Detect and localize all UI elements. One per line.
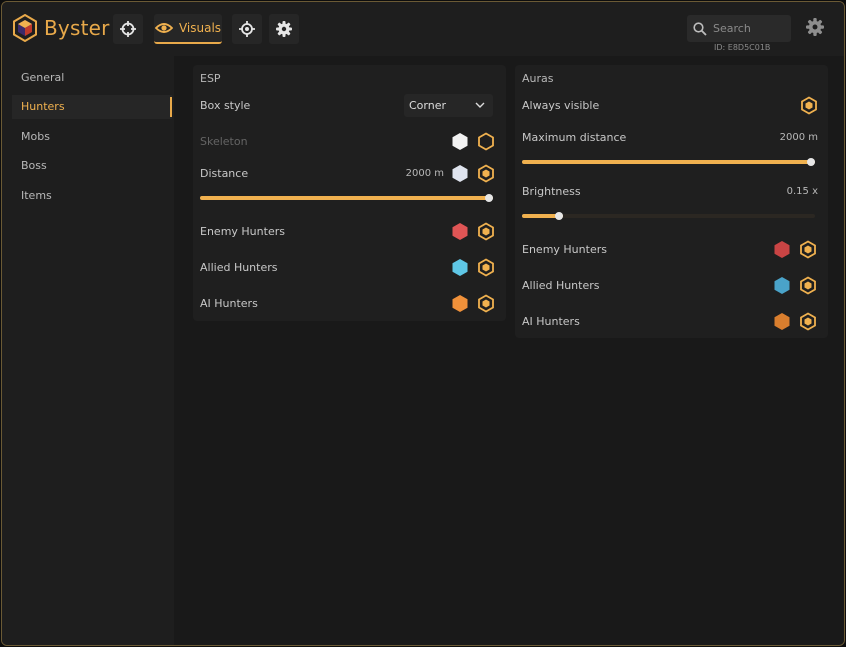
tab-settings[interactable] <box>269 14 299 44</box>
distance-slider[interactable] <box>200 194 493 202</box>
settings-gear-icon[interactable] <box>806 18 824 36</box>
box-style-value: Corner <box>409 99 447 112</box>
sidebar-item-general[interactable]: General <box>12 66 172 90</box>
header: Byster Visuals Search ID: E8D5C01B <box>2 2 844 56</box>
tab-target[interactable] <box>232 14 262 44</box>
aura-allied-color-swatch-icon[interactable] <box>773 276 791 295</box>
distance-color-swatch-icon[interactable] <box>451 164 469 183</box>
ai-hunters-label: AI Hunters <box>200 297 258 310</box>
max-distance-slider-fill <box>522 160 815 164</box>
ai-color-swatch-icon[interactable] <box>451 294 469 313</box>
allied-hunters-label: Allied Hunters <box>200 261 278 274</box>
enemy-toggle-icon[interactable] <box>477 222 495 241</box>
brightness-value: 0.15 x <box>786 186 818 197</box>
tab-visuals-label: Visuals <box>178 21 222 35</box>
brightness-label: Brightness <box>522 185 581 198</box>
aura-ai-hunters-label: AI Hunters <box>522 315 580 328</box>
always-visible-toggle-icon[interactable] <box>800 96 818 115</box>
tab-crosshair[interactable] <box>113 14 143 44</box>
sidebar-item-mobs[interactable]: Mobs <box>12 125 172 149</box>
tab-visuals[interactable]: Visuals <box>154 14 222 44</box>
sidebar-item-boss[interactable]: Boss <box>12 154 172 178</box>
brightness-slider[interactable] <box>522 212 815 220</box>
sidebar-item-hunters[interactable]: Hunters <box>12 95 172 119</box>
max-distance-value: 2000 m <box>779 132 818 143</box>
auras-title: Auras <box>522 72 554 85</box>
skeleton-toggle-icon[interactable] <box>477 132 495 151</box>
app-window: Byster Visuals Search ID: E8D5C01B Gener… <box>1 1 845 646</box>
box-style-label: Box style <box>200 99 251 112</box>
aura-enemy-hunters-label: Enemy Hunters <box>522 243 607 256</box>
allied-color-swatch-icon[interactable] <box>451 258 469 277</box>
skeleton-label: Skeleton <box>200 135 248 148</box>
target-icon <box>239 21 255 37</box>
logo: Byster <box>12 14 110 42</box>
user-id: ID: E8D5C01B <box>714 43 771 52</box>
distance-value: 2000 m <box>405 168 444 179</box>
esp-title: ESP <box>200 72 221 85</box>
enemy-hunters-label: Enemy Hunters <box>200 225 285 238</box>
sidebar-item-items[interactable]: Items <box>12 184 172 208</box>
distance-label: Distance <box>200 167 249 180</box>
crosshair-icon <box>120 21 136 37</box>
box-style-select[interactable]: Corner <box>404 94 493 117</box>
aura-enemy-color-swatch-icon[interactable] <box>773 240 791 259</box>
app-name: Byster <box>44 16 110 40</box>
distance-slider-knob[interactable] <box>485 194 493 202</box>
search-icon <box>693 21 707 36</box>
allied-toggle-icon[interactable] <box>477 258 495 277</box>
eye-icon <box>154 23 173 33</box>
max-distance-slider[interactable] <box>522 158 815 166</box>
search-box[interactable] <box>687 15 791 42</box>
brightness-slider-knob[interactable] <box>555 212 563 220</box>
aura-allied-hunters-label: Allied Hunters <box>522 279 600 292</box>
aura-enemy-toggle-icon[interactable] <box>799 240 817 259</box>
byster-logo-icon <box>13 14 37 42</box>
ai-toggle-icon[interactable] <box>477 294 495 313</box>
aura-allied-toggle-icon[interactable] <box>799 276 817 295</box>
gear-icon <box>276 21 292 37</box>
always-visible-label: Always visible <box>522 99 600 112</box>
max-distance-slider-knob[interactable] <box>807 158 815 166</box>
aura-ai-color-swatch-icon[interactable] <box>773 312 791 331</box>
distance-toggle-icon[interactable] <box>477 164 495 183</box>
esp-panel: ESP Box style Corner Skeleton Distance 2… <box>193 65 506 321</box>
skeleton-color-swatch-icon[interactable] <box>451 132 469 151</box>
chevron-down-icon <box>475 102 485 108</box>
auras-panel: Auras Always visible Maximum distance 20… <box>515 65 828 338</box>
main-content: ESP Box style Corner Skeleton Distance 2… <box>174 56 844 645</box>
distance-slider-fill <box>200 196 493 200</box>
aura-ai-toggle-icon[interactable] <box>799 312 817 331</box>
enemy-color-swatch-icon[interactable] <box>451 222 469 241</box>
sidebar: General Hunters Mobs Boss Items <box>2 56 174 645</box>
max-distance-label: Maximum distance <box>522 131 627 144</box>
search-input[interactable] <box>713 22 783 35</box>
